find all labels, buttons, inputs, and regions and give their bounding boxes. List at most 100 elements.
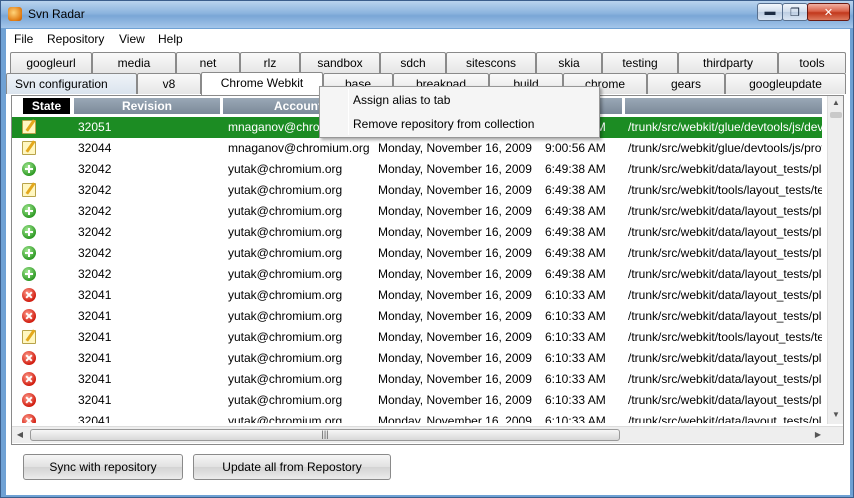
tab-skia[interactable]: skia bbox=[536, 52, 602, 73]
date-cell: Monday, November 16, 2009 bbox=[378, 267, 532, 281]
maximize-button[interactable]: ❐ bbox=[782, 3, 808, 21]
time-cell: 9:00:56 AM bbox=[545, 141, 606, 155]
time-cell: 6:10:33 AM bbox=[545, 414, 606, 423]
account-cell: yutak@chromium.org bbox=[228, 330, 343, 344]
remove-repository-menu-item[interactable]: Remove repository from collection bbox=[353, 117, 534, 131]
time-cell: 6:10:33 AM bbox=[545, 309, 606, 323]
path-cell: /trunk/src/webkit/data/layout_tests/plat… bbox=[628, 162, 822, 176]
date-cell: Monday, November 16, 2009 bbox=[378, 372, 532, 386]
scroll-down-icon[interactable]: ▼ bbox=[828, 408, 844, 422]
date-cell: Monday, November 16, 2009 bbox=[378, 288, 532, 302]
deleted-state-icon bbox=[22, 351, 36, 365]
vertical-scrollbar[interactable]: ▲ ▼ bbox=[827, 96, 843, 424]
date-cell: Monday, November 16, 2009 bbox=[378, 309, 532, 323]
tab-gears[interactable]: gears bbox=[647, 73, 725, 94]
app-window: Svn Radar ▬ ❐ ✕ File Repository View Hel… bbox=[0, 0, 854, 498]
menu-help[interactable]: Help bbox=[158, 32, 183, 46]
table-row[interactable]: 32041 yutak@chromium.org Monday, November … bbox=[12, 411, 822, 423]
time-cell: 6:10:33 AM bbox=[545, 393, 606, 407]
added-state-icon bbox=[22, 246, 36, 260]
tab-sdch[interactable]: sdch bbox=[380, 52, 446, 73]
tab-sandbox[interactable]: sandbox bbox=[300, 52, 380, 73]
modified-state-icon bbox=[22, 141, 36, 155]
title-bar[interactable]: Svn Radar ▬ ❐ ✕ bbox=[1, 1, 853, 28]
update-all-button[interactable]: Update all from Repostory bbox=[193, 454, 391, 480]
tab-chrome-webkit[interactable]: Chrome Webkit bbox=[201, 72, 323, 95]
time-cell: 6:10:33 AM bbox=[545, 330, 606, 344]
date-cell: Monday, November 16, 2009 bbox=[378, 351, 532, 365]
minimize-button[interactable]: ▬ bbox=[757, 3, 783, 21]
account-cell: yutak@chromium.org bbox=[228, 414, 343, 423]
path-cell: /trunk/src/webkit/data/layout_tests/plat… bbox=[628, 414, 822, 423]
added-state-icon bbox=[22, 204, 36, 218]
scroll-left-icon[interactable]: ◀ bbox=[12, 427, 28, 443]
time-cell: 6:49:38 AM bbox=[545, 225, 606, 239]
table-row[interactable]: 32042 yutak@chromium.org Monday, November … bbox=[12, 264, 822, 285]
tab-svn-configuration[interactable]: Svn configuration bbox=[6, 73, 137, 94]
tab-googleurl[interactable]: googleurl bbox=[10, 52, 92, 73]
revision-cell: 32041 bbox=[78, 372, 112, 386]
time-cell: 6:49:38 AM bbox=[545, 162, 606, 176]
table-row[interactable]: 32042 yutak@chromium.org Monday, November … bbox=[12, 159, 822, 180]
horizontal-scroll-thumb[interactable]: ||| bbox=[30, 429, 620, 441]
table-row[interactable]: 32041 yutak@chromium.org Monday, November … bbox=[12, 390, 822, 411]
tab-testing[interactable]: testing bbox=[602, 52, 678, 73]
table-row[interactable]: 32041 yutak@chromium.org Monday, November … bbox=[12, 306, 822, 327]
tab-tools[interactable]: tools bbox=[778, 52, 846, 73]
table-row[interactable]: 32041 yutak@chromium.org Monday, November … bbox=[12, 369, 822, 390]
date-cell: Monday, November 16, 2009 bbox=[378, 393, 532, 407]
table-row[interactable]: 32041 yutak@chromium.org Monday, November … bbox=[12, 327, 822, 348]
tab-sitescons[interactable]: sitescons bbox=[446, 52, 536, 73]
tab-thirdparty[interactable]: thirdparty bbox=[678, 52, 778, 73]
close-button[interactable]: ✕ bbox=[807, 3, 850, 21]
assign-alias-menu-item[interactable]: Assign alias to tab bbox=[353, 93, 450, 107]
table-row[interactable]: 32042 yutak@chromium.org Monday, November … bbox=[12, 180, 822, 201]
tab-googleupdate[interactable]: googleupdate bbox=[725, 73, 846, 94]
tab-v8[interactable]: v8 bbox=[137, 73, 201, 94]
tab-media[interactable]: media bbox=[92, 52, 176, 73]
table-row[interactable]: 32042 yutak@chromium.org Monday, November … bbox=[12, 243, 822, 264]
table-row[interactable]: 32042 yutak@chromium.org Monday, November … bbox=[12, 222, 822, 243]
menu-repository[interactable]: Repository bbox=[47, 32, 104, 46]
table-row[interactable]: 32042 yutak@chromium.org Monday, November … bbox=[12, 201, 822, 222]
account-cell: yutak@chromium.org bbox=[228, 309, 343, 323]
date-cell: Monday, November 16, 2009 bbox=[378, 225, 532, 239]
account-cell: yutak@chromium.org bbox=[228, 288, 343, 302]
account-cell: yutak@chromium.org bbox=[228, 225, 343, 239]
account-cell: yutak@chromium.org bbox=[228, 183, 343, 197]
revision-cell: 32041 bbox=[78, 288, 112, 302]
revision-cell: 32041 bbox=[78, 393, 112, 407]
deleted-state-icon bbox=[22, 393, 36, 407]
scroll-right-icon[interactable]: ▶ bbox=[810, 427, 826, 443]
revision-list-panel: State Revision Account 32051 mnaganov@chr… bbox=[11, 95, 844, 445]
revision-cell: 32051 bbox=[78, 120, 112, 134]
revision-rows: 32051 mnaganov@chromium.org Monday, Novemb… bbox=[12, 117, 822, 423]
scroll-up-icon[interactable]: ▲ bbox=[828, 96, 844, 110]
menu-file[interactable]: File bbox=[14, 32, 33, 46]
time-cell: 6:10:33 AM bbox=[545, 372, 606, 386]
sync-button[interactable]: Sync with repository bbox=[23, 454, 183, 480]
table-row[interactable]: 32041 yutak@chromium.org Monday, November … bbox=[12, 285, 822, 306]
horizontal-scrollbar[interactable]: ◀ ||| ▶ bbox=[12, 426, 843, 443]
account-cell: yutak@chromium.org bbox=[228, 267, 343, 281]
table-row[interactable]: 32044 mnaganov@chromium.org Monday, Novemb… bbox=[12, 138, 822, 159]
tab-net[interactable]: net bbox=[176, 52, 240, 73]
tab-rlz[interactable]: rlz bbox=[240, 52, 300, 73]
path-cell: /trunk/src/webkit/data/layout_tests/plat… bbox=[628, 288, 822, 302]
account-cell: mnaganov@chromium.org bbox=[228, 141, 370, 155]
column-revision[interactable]: Revision bbox=[74, 98, 220, 114]
revision-cell: 32042 bbox=[78, 204, 112, 218]
date-cell: Monday, November 16, 2009 bbox=[378, 183, 532, 197]
revision-cell: 32044 bbox=[78, 141, 112, 155]
path-cell: /trunk/src/webkit/data/layout_tests/plat… bbox=[628, 225, 822, 239]
modified-state-icon bbox=[22, 330, 36, 344]
added-state-icon bbox=[22, 225, 36, 239]
account-cell: yutak@chromium.org bbox=[228, 162, 343, 176]
account-cell: yutak@chromium.org bbox=[228, 246, 343, 260]
column-path[interactable] bbox=[625, 98, 822, 114]
path-cell: /trunk/src/webkit/tools/layout_tests/tes… bbox=[628, 183, 822, 197]
menu-view[interactable]: View bbox=[119, 32, 145, 46]
column-state[interactable]: State bbox=[23, 98, 70, 114]
table-row[interactable]: 32041 yutak@chromium.org Monday, November … bbox=[12, 348, 822, 369]
vertical-scroll-thumb[interactable] bbox=[830, 112, 842, 118]
